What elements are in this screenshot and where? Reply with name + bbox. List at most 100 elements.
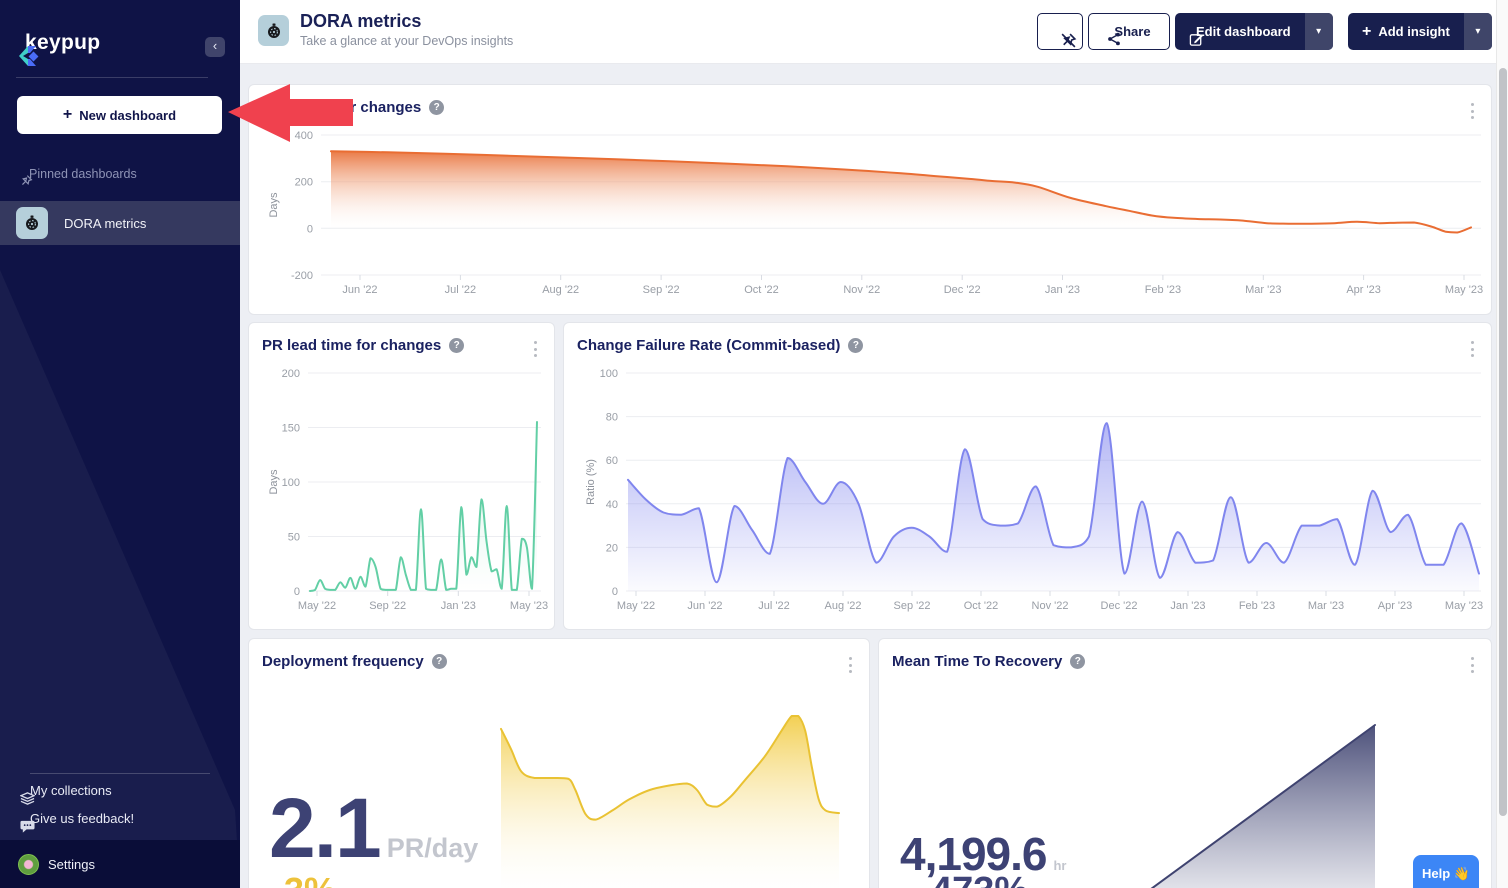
card-change-failure-rate: Change Failure Rate (Commit-based) ? 100… bbox=[563, 322, 1492, 630]
plus-icon: + bbox=[1362, 23, 1371, 41]
my-collections-link[interactable]: My collections bbox=[20, 783, 112, 798]
card-menu-kebab-icon[interactable] bbox=[1465, 657, 1479, 673]
svg-text:-200: -200 bbox=[291, 270, 313, 282]
svg-text:Nov '22: Nov '22 bbox=[843, 284, 880, 296]
card-lead-time-for-changes: Lead time for changes ? 4002000-200Jun '… bbox=[248, 84, 1492, 315]
settings-label: Settings bbox=[48, 857, 95, 872]
add-insight-button[interactable]: + Add insight ▾ bbox=[1348, 13, 1492, 50]
svg-text:Ratio (%): Ratio (%) bbox=[585, 459, 597, 505]
svg-text:Jun '22: Jun '22 bbox=[342, 284, 377, 296]
chevron-left-icon: ‹ bbox=[213, 38, 217, 53]
mttr-unit: hr bbox=[1053, 858, 1066, 873]
dashboard-stopwatch-icon bbox=[258, 15, 289, 46]
deployment-frequency-delta: 3% bbox=[284, 873, 336, 888]
page-subtitle: Take a glance at your DevOps insights bbox=[300, 34, 513, 48]
my-collections-label: My collections bbox=[30, 783, 112, 798]
scrollbar-track[interactable] bbox=[1496, 0, 1508, 888]
feedback-label: Give us feedback! bbox=[30, 811, 134, 826]
pr-lead-time-chart: 200150100500May '22Sep '22Jan '23May '23… bbox=[249, 363, 555, 623]
svg-text:Sep '22: Sep '22 bbox=[643, 284, 680, 296]
card-title: PR lead time for changes bbox=[262, 337, 441, 354]
red-pointer-arrow bbox=[224, 82, 356, 144]
svg-text:May '23: May '23 bbox=[510, 600, 548, 612]
svg-text:0: 0 bbox=[307, 223, 313, 235]
svg-text:May '23: May '23 bbox=[1445, 284, 1483, 296]
svg-text:Jul '22: Jul '22 bbox=[445, 284, 476, 296]
help-question-icon[interactable]: ? bbox=[449, 338, 464, 353]
card-menu-kebab-icon[interactable] bbox=[528, 341, 542, 357]
lead-time-chart: 4002000-200Jun '22Jul '22Aug '22Sep '22O… bbox=[249, 125, 1492, 310]
svg-text:Dec '22: Dec '22 bbox=[1101, 600, 1138, 612]
edit-dashboard-button[interactable]: Edit dashboard ▾ bbox=[1175, 13, 1333, 50]
svg-text:Jan '23: Jan '23 bbox=[1170, 600, 1205, 612]
edit-dashboard-dropdown[interactable]: ▾ bbox=[1305, 13, 1333, 50]
card-title: Deployment frequency bbox=[262, 653, 424, 670]
card-mean-time-to-recovery: Mean Time To Recovery ? 4,199.6 hr 473% bbox=[878, 638, 1492, 888]
dashboard-stopwatch-icon bbox=[16, 207, 48, 239]
svg-text:Sep '22: Sep '22 bbox=[894, 600, 931, 612]
card-deployment-frequency: Deployment frequency ? 2.1 PR/day 3% bbox=[248, 638, 870, 888]
page-title: DORA metrics bbox=[300, 11, 421, 32]
settings-button[interactable]: Settings bbox=[0, 840, 240, 888]
svg-text:Nov '22: Nov '22 bbox=[1032, 600, 1069, 612]
plus-icon: + bbox=[63, 106, 72, 124]
share-button[interactable]: Share bbox=[1088, 13, 1170, 50]
chevron-down-icon: ▾ bbox=[1475, 26, 1480, 37]
add-insight-dropdown[interactable]: ▾ bbox=[1464, 13, 1492, 50]
svg-text:40: 40 bbox=[606, 499, 618, 511]
help-question-icon[interactable]: ? bbox=[429, 100, 444, 115]
svg-text:80: 80 bbox=[606, 412, 618, 424]
svg-text:Days: Days bbox=[268, 192, 280, 218]
chevron-down-icon: ▾ bbox=[1316, 26, 1321, 37]
svg-text:Feb '23: Feb '23 bbox=[1239, 600, 1275, 612]
svg-text:200: 200 bbox=[295, 177, 313, 189]
pinned-dashboards-label: Pinned dashboards bbox=[29, 167, 137, 181]
svg-text:200: 200 bbox=[282, 368, 300, 380]
sidebar-collapse-button[interactable]: ‹ bbox=[205, 37, 225, 57]
svg-text:Apr '23: Apr '23 bbox=[1346, 284, 1381, 296]
sidebar-footer-divider bbox=[30, 773, 210, 774]
card-pr-lead-time: PR lead time for changes ? 200150100500M… bbox=[248, 322, 555, 630]
svg-text:Mar '23: Mar '23 bbox=[1245, 284, 1281, 296]
svg-text:Sep '22: Sep '22 bbox=[369, 600, 406, 612]
card-menu-kebab-icon[interactable] bbox=[843, 657, 857, 673]
card-title: Mean Time To Recovery bbox=[892, 653, 1062, 670]
svg-text:Apr '23: Apr '23 bbox=[1378, 600, 1413, 612]
help-button-label: Help 👋 bbox=[1422, 866, 1470, 882]
help-question-icon[interactable]: ? bbox=[1070, 654, 1085, 669]
svg-text:Aug '22: Aug '22 bbox=[542, 284, 579, 296]
new-dashboard-button[interactable]: + New dashboard bbox=[17, 96, 222, 134]
help-button[interactable]: Help 👋 bbox=[1413, 855, 1479, 888]
deployment-frequency-value: 2.1 bbox=[269, 786, 380, 870]
svg-text:Jan '23: Jan '23 bbox=[1045, 284, 1080, 296]
feedback-link[interactable]: Give us feedback! bbox=[20, 811, 134, 826]
page-header: DORA metrics Take a glance at your DevOp… bbox=[240, 0, 1508, 64]
add-insight-label: Add insight bbox=[1378, 24, 1450, 39]
svg-text:0: 0 bbox=[612, 586, 618, 598]
sidebar-item-dora-metrics[interactable]: DORA metrics bbox=[0, 201, 240, 245]
svg-text:Oct '22: Oct '22 bbox=[964, 600, 999, 612]
help-question-icon[interactable]: ? bbox=[432, 654, 447, 669]
svg-text:Feb '23: Feb '23 bbox=[1145, 284, 1181, 296]
brand-logo[interactable]: keypup bbox=[16, 31, 100, 55]
svg-text:60: 60 bbox=[606, 455, 618, 467]
svg-text:Dec '22: Dec '22 bbox=[944, 284, 981, 296]
svg-text:May '22: May '22 bbox=[298, 600, 336, 612]
change-failure-rate-chart: 100806040200May '22Jun '22Jul '22Aug '22… bbox=[564, 363, 1492, 623]
svg-text:Jul '22: Jul '22 bbox=[758, 600, 789, 612]
mttr-delta: 473% bbox=[931, 872, 1028, 888]
card-menu-kebab-icon[interactable] bbox=[1465, 341, 1479, 357]
svg-text:May '22: May '22 bbox=[617, 600, 655, 612]
svg-text:Mar '23: Mar '23 bbox=[1308, 600, 1344, 612]
help-question-icon[interactable]: ? bbox=[848, 338, 863, 353]
scrollbar-thumb[interactable] bbox=[1499, 68, 1507, 816]
card-title: Change Failure Rate (Commit-based) bbox=[577, 337, 840, 354]
unpin-button[interactable] bbox=[1037, 13, 1083, 50]
svg-text:Jan '23: Jan '23 bbox=[441, 600, 476, 612]
svg-text:Jun '22: Jun '22 bbox=[687, 600, 722, 612]
svg-text:100: 100 bbox=[600, 368, 618, 380]
card-menu-kebab-icon[interactable] bbox=[1465, 103, 1479, 119]
sidebar-item-label: DORA metrics bbox=[64, 216, 146, 231]
svg-text:Oct '22: Oct '22 bbox=[744, 284, 779, 296]
sidebar: keypup ‹ + New dashboard Pinned dashboar… bbox=[0, 0, 240, 888]
